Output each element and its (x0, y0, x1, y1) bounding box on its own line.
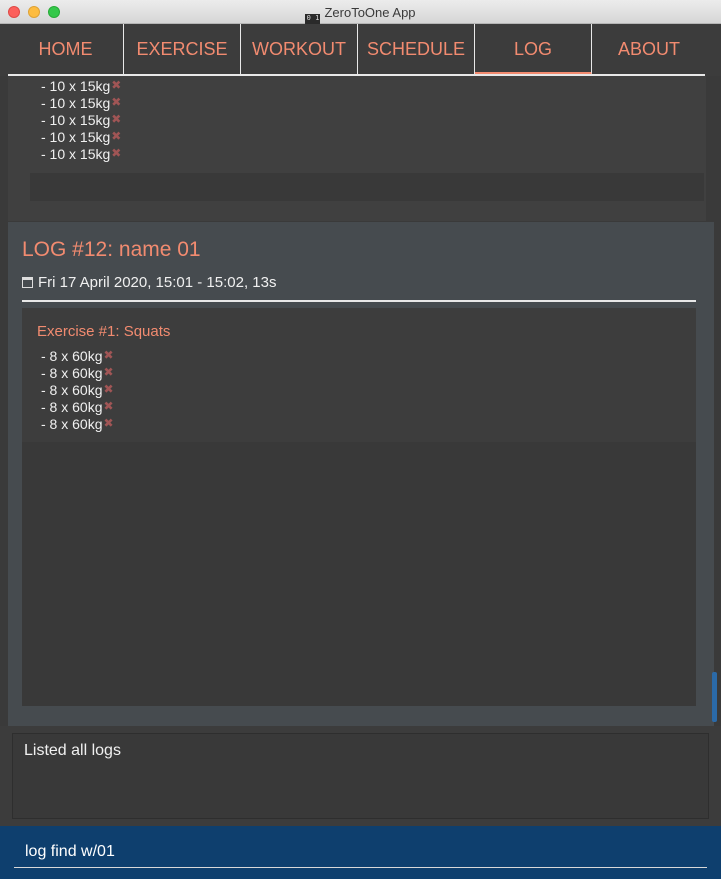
set-row: - 10 x 15kg✖ (41, 146, 121, 162)
set-text: - 8 x 60kg (41, 382, 103, 398)
previous-log-card: - 10 x 15kg✖ - 10 x 15kg✖ - 10 x 15kg✖ -… (8, 76, 706, 221)
x-icon[interactable]: ✖ (111, 112, 121, 126)
tab-exercise[interactable]: EXERCISE (124, 24, 241, 75)
exercise-title: Exercise #1: Squats (37, 323, 171, 340)
calendar-icon (22, 277, 33, 288)
result-panel: Listed all logs (0, 726, 721, 826)
scrollbar-thumb[interactable] (712, 672, 717, 722)
set-text: - 8 x 60kg (41, 348, 103, 364)
x-icon[interactable]: ✖ (103, 382, 113, 396)
log-title: LOG #12: name 01 (22, 238, 201, 261)
set-row: - 10 x 15kg✖ (41, 95, 121, 111)
tab-schedule[interactable]: SCHEDULE (358, 24, 475, 75)
log-list[interactable]: - 10 x 15kg✖ - 10 x 15kg✖ - 10 x 15kg✖ -… (0, 76, 714, 726)
set-row: - 10 x 15kg✖ (41, 78, 121, 94)
set-text: - 10 x 15kg (41, 146, 111, 162)
exercise-container: Exercise #1: Squats - 8 x 60kg✖ - 8 x 60… (22, 308, 696, 706)
set-row: - 8 x 60kg✖ (41, 348, 114, 364)
set-row: - 8 x 60kg✖ (41, 365, 114, 381)
set-row: - 8 x 60kg✖ (41, 399, 114, 415)
command-input[interactable] (14, 837, 707, 868)
x-icon[interactable]: ✖ (111, 95, 121, 109)
tab-workout[interactable]: WORKOUT (241, 24, 358, 75)
tab-bar: HOME EXERCISE WORKOUT SCHEDULE LOG ABOUT (0, 24, 721, 76)
x-icon[interactable]: ✖ (103, 365, 113, 379)
set-row: - 10 x 15kg✖ (41, 112, 121, 128)
set-text: - 10 x 15kg (41, 112, 111, 128)
tab-log[interactable]: LOG (475, 24, 592, 75)
window-titlebar: 0 1 ZeroToOne App (0, 0, 721, 29)
set-row: - 10 x 15kg✖ (41, 129, 121, 145)
x-icon[interactable]: ✖ (103, 416, 113, 430)
tab-home[interactable]: HOME (8, 24, 124, 75)
x-icon[interactable]: ✖ (103, 399, 113, 413)
set-row: - 8 x 60kg✖ (41, 382, 114, 398)
x-icon[interactable]: ✖ (103, 348, 113, 362)
exercise-card: Exercise #1: Squats - 8 x 60kg✖ - 8 x 60… (22, 308, 696, 442)
x-icon[interactable]: ✖ (111, 78, 121, 92)
previous-log-footer (30, 173, 704, 201)
set-text: - 8 x 60kg (41, 399, 103, 415)
window-title-text: ZeroToOne App (324, 5, 416, 20)
result-text: Listed all logs (24, 742, 121, 759)
result-box: Listed all logs (12, 733, 709, 819)
command-bar (0, 826, 721, 879)
log-divider (22, 300, 696, 302)
tab-about[interactable]: ABOUT (592, 24, 706, 75)
log-date: Fri 17 April 2020, 15:01 - 15:02, 13s (22, 274, 276, 291)
x-icon[interactable]: ✖ (111, 129, 121, 143)
log-date-text: Fri 17 April 2020, 15:01 - 15:02, 13s (38, 274, 277, 291)
set-text: - 10 x 15kg (41, 78, 111, 94)
x-icon[interactable]: ✖ (111, 146, 121, 160)
set-row: - 8 x 60kg✖ (41, 416, 114, 432)
set-text: - 8 x 60kg (41, 365, 103, 381)
set-text: - 10 x 15kg (41, 95, 111, 111)
log-card[interactable]: LOG #12: name 01 Fri 17 April 2020, 15:0… (8, 222, 714, 726)
set-text: - 10 x 15kg (41, 129, 111, 145)
set-text: - 8 x 60kg (41, 416, 103, 432)
